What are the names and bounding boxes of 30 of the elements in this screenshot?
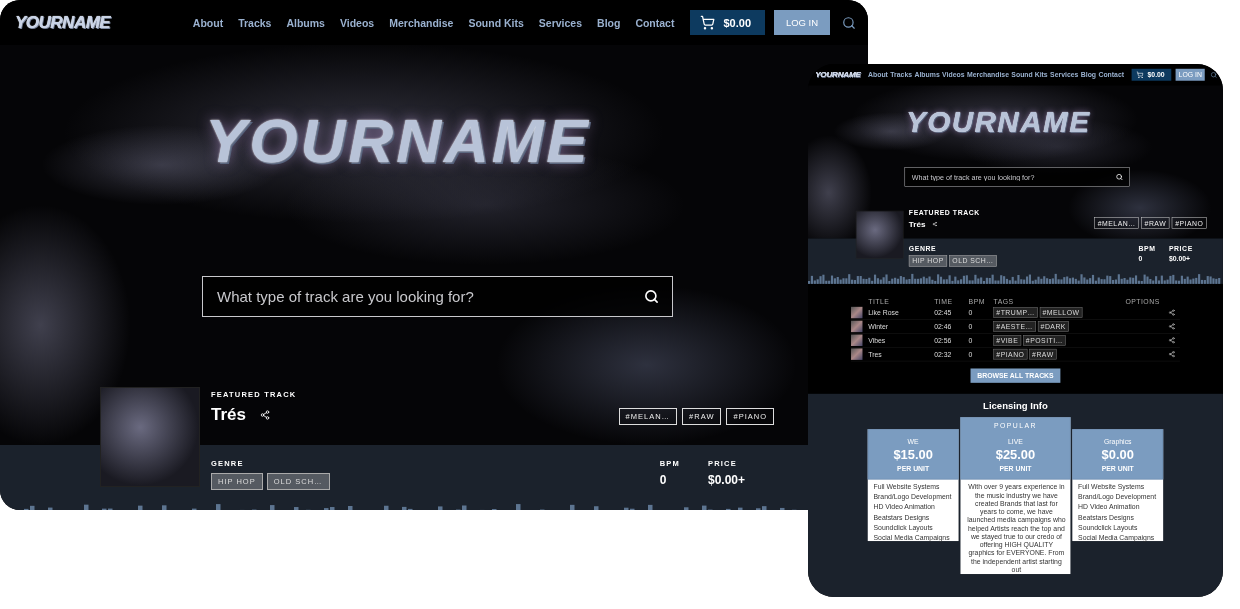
photo-placeholder <box>851 348 863 360</box>
plan-price: $15.00 <box>893 447 933 463</box>
hero-logo: YOURNAME <box>205 105 591 176</box>
search-field[interactable]: What type of track are you looking for? <box>202 276 673 317</box>
photo-placeholder <box>851 320 863 333</box>
nav-link[interactable]: Albums <box>286 16 325 29</box>
track-title[interactable]: Trés <box>908 219 926 229</box>
hero-logo: YOURNAME <box>906 104 1091 139</box>
track-title[interactable]: Trés <box>211 405 246 425</box>
nav-link[interactable]: Blog <box>597 16 621 29</box>
nav-link[interactable]: Merchandise <box>389 16 454 29</box>
nav-link[interactable]: About <box>192 16 224 29</box>
nav-link[interactable]: Services <box>538 16 583 29</box>
nav-link[interactable]: Videos <box>339 16 375 29</box>
photo-placeholder <box>851 334 863 346</box>
site-logo[interactable]: YOURNAME <box>815 69 861 80</box>
cart-icon <box>700 15 716 30</box>
plan-price: $25.00 <box>995 447 1036 463</box>
cart-button[interactable]: $0.00 <box>690 10 765 35</box>
nav-link[interactable]: Sound Kits <box>468 16 524 29</box>
nav-link[interactable]: Contact <box>635 16 675 29</box>
share-icon[interactable] <box>260 410 270 420</box>
plan-price: $0.00 <box>1101 447 1134 463</box>
photo-placeholder <box>851 306 863 319</box>
nav-link[interactable]: Tracks <box>238 16 272 29</box>
search-icon[interactable] <box>644 289 659 304</box>
site-logo[interactable]: YOURNAME <box>15 12 111 33</box>
section-title: Licensing Info <box>983 400 1048 412</box>
price-value: $0.00+ <box>707 473 745 487</box>
bpm-value: 0 <box>659 473 668 487</box>
